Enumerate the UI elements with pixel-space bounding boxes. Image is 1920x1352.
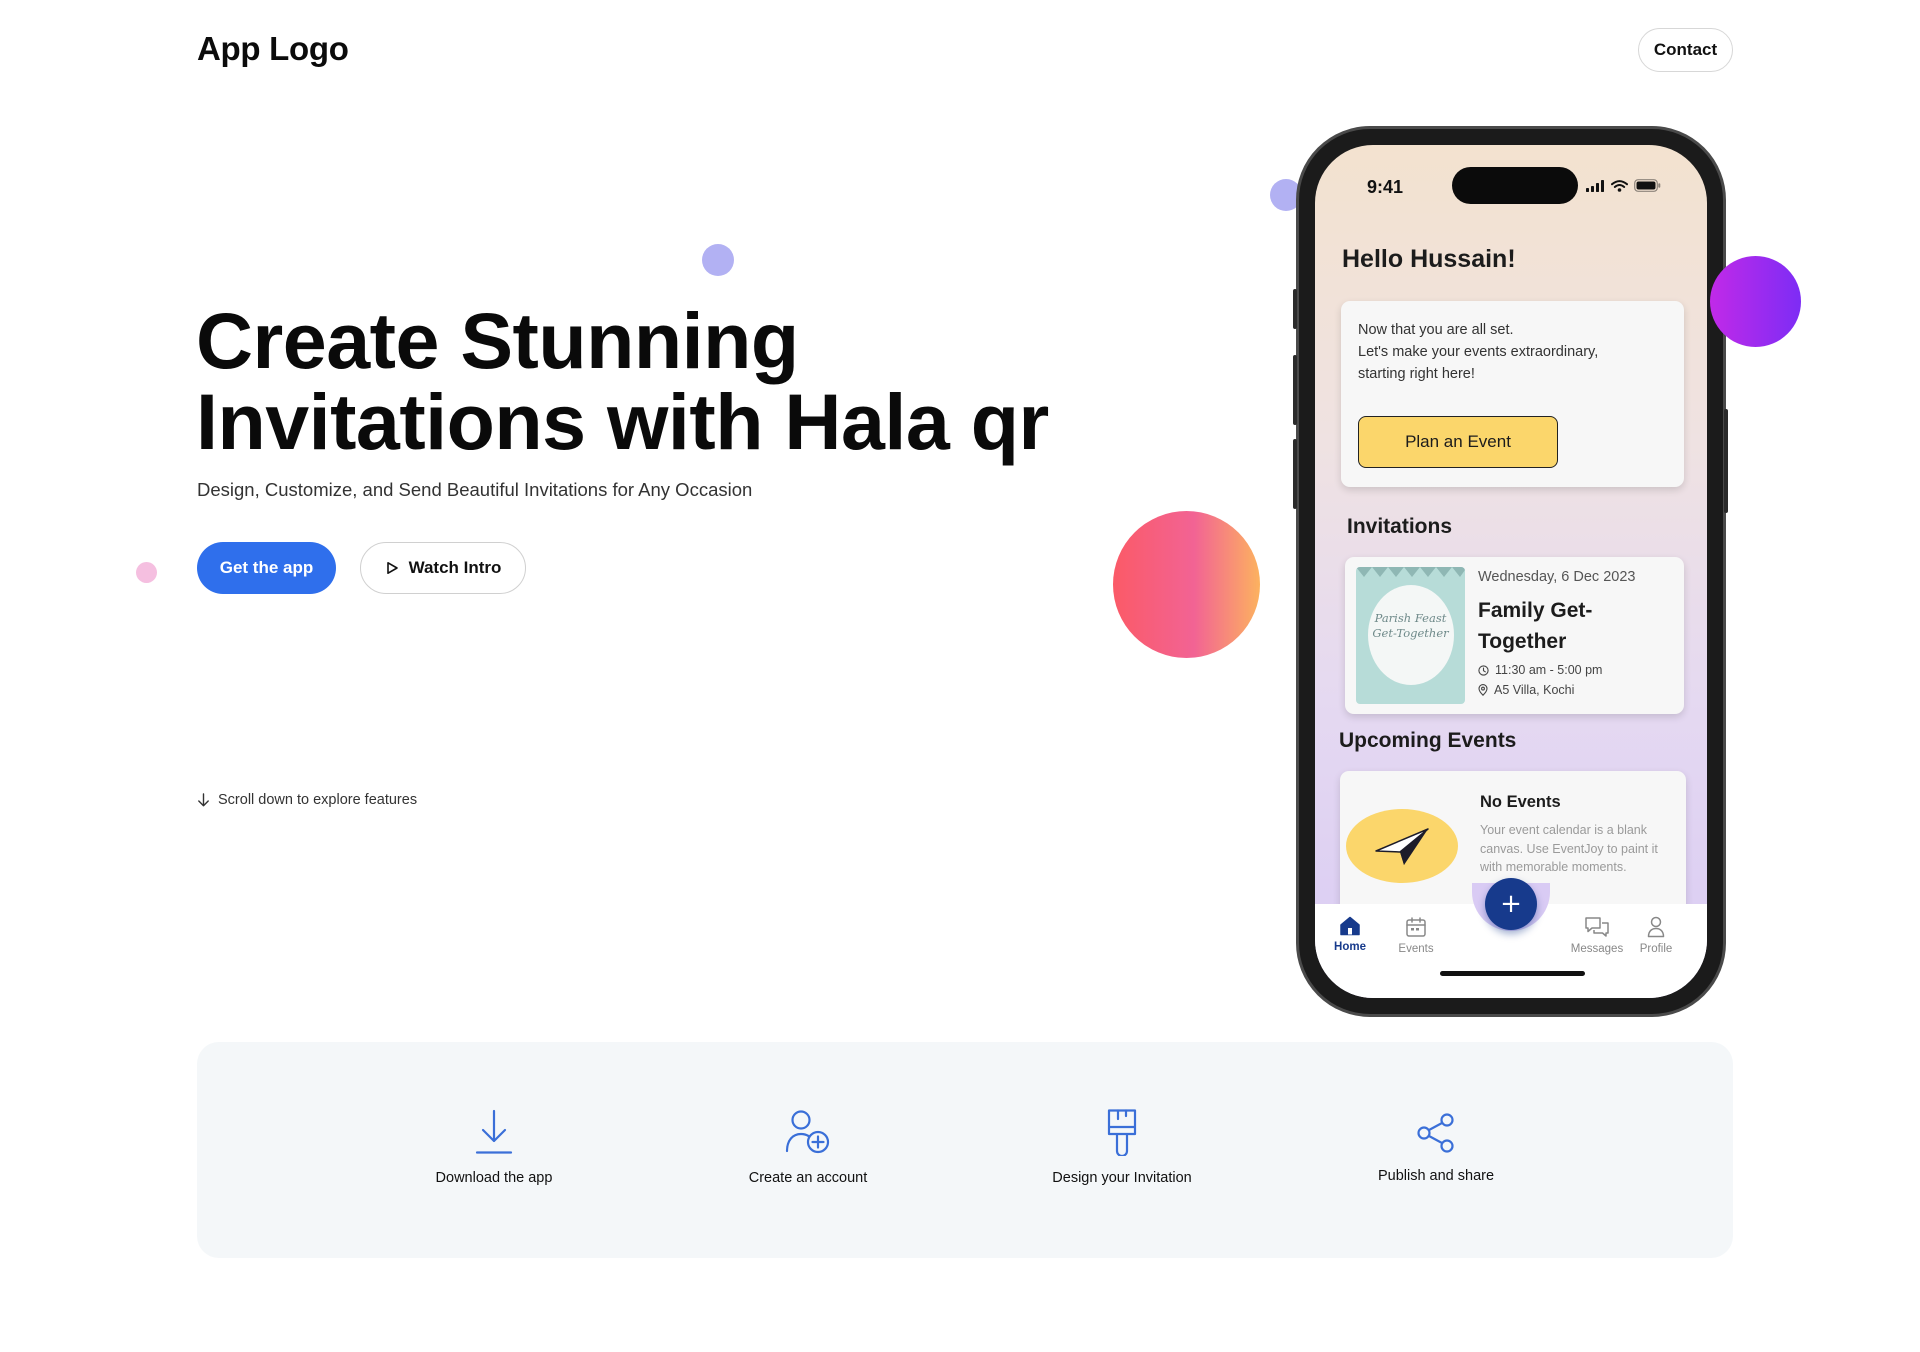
user-add-icon: [785, 1110, 830, 1154]
thumbnail-text-line-1: Parish Feast: [1374, 611, 1447, 625]
invitation-time-row: 11:30 am - 5:00 pm: [1478, 663, 1602, 677]
watch-intro-label: Watch Intro: [408, 558, 502, 577]
share-icon: [1417, 1113, 1454, 1153]
battery-icon: [1634, 179, 1661, 192]
step-design-label: Design your Invitation: [1052, 1170, 1192, 1186]
upcoming-events-heading: Upcoming Events: [1339, 729, 1517, 752]
tab-messages-label: Messages: [1570, 943, 1624, 955]
welcome-text: Now that you are all set. Let's make you…: [1358, 319, 1678, 385]
paper-plane-illustration: [1346, 809, 1458, 883]
invitation-thumbnail: Parish Feast Get-Together: [1356, 567, 1465, 704]
hero-subtitle: Design, Customize, and Send Beautiful In…: [197, 479, 753, 500]
scroll-hint-label: Scroll down to explore features: [218, 792, 418, 808]
decorative-circle-pink: [136, 562, 157, 583]
status-icons: [1586, 179, 1661, 192]
home-icon: [1340, 916, 1360, 936]
tab-profile-label: Profile: [1639, 943, 1673, 955]
phone-volume-up-button: [1293, 355, 1297, 425]
phone-screen: 9:41 Hello Hussain! Now that you are all…: [1315, 145, 1707, 998]
calendar-icon: [1406, 917, 1426, 937]
greeting: Hello Hussain!: [1342, 245, 1516, 273]
step-publish-label: Publish and share: [1377, 1168, 1495, 1184]
invitation-location: A5 Villa, Kochi: [1494, 683, 1575, 697]
home-indicator: [1440, 971, 1585, 976]
plan-an-event-button[interactable]: Plan an Event: [1358, 416, 1558, 468]
no-events-title: No Events: [1480, 793, 1561, 811]
phone-power-button: [1724, 409, 1728, 513]
decorative-circle-gradient-coral: [1113, 511, 1260, 658]
add-event-fab[interactable]: +: [1485, 878, 1537, 930]
contact-button[interactable]: Contact: [1638, 28, 1733, 72]
welcome-line-1: Now that you are all set.: [1358, 322, 1514, 338]
step-download: Download the app: [384, 1108, 604, 1186]
hero-title-line-1: Create Stunning: [196, 296, 799, 385]
clock-icon: [1478, 664, 1489, 676]
phone-side-button: [1293, 289, 1297, 329]
scroll-hint: Scroll down to explore features: [197, 792, 417, 808]
step-create-account: Create an account: [698, 1108, 918, 1186]
app-logo[interactable]: App Logo: [197, 30, 349, 68]
tab-home[interactable]: Home: [1315, 916, 1385, 953]
phone-volume-down-button: [1293, 439, 1297, 509]
watch-intro-button[interactable]: Watch Intro: [360, 542, 526, 594]
paper-plane-icon: [1375, 828, 1429, 865]
tab-events[interactable]: Events: [1381, 916, 1451, 955]
get-the-app-button[interactable]: Get the app: [197, 542, 336, 594]
welcome-line-3: starting right here!: [1358, 366, 1475, 382]
thumbnail-text-line-2: Get-Together: [1372, 626, 1449, 640]
step-create-account-label: Create an account: [748, 1170, 868, 1186]
no-events-text: Your event calendar is a blank canvas. U…: [1480, 823, 1658, 874]
phone-mockup: 9:41 Hello Hussain! Now that you are all…: [1293, 126, 1728, 1017]
download-icon: [475, 1109, 513, 1154]
arrow-down-icon: [198, 793, 209, 807]
hero-title: Create Stunning Invitations with Hala qr: [196, 300, 1096, 462]
step-design: Design your Invitation: [1012, 1108, 1232, 1186]
decorative-circle-lavender: [702, 244, 734, 276]
play-icon: [386, 562, 398, 574]
messages-icon: [1585, 917, 1609, 937]
tab-home-label: Home: [1334, 941, 1366, 953]
tab-events-label: Events: [1398, 943, 1434, 955]
hero-title-line-2: Invitations with Hala qr: [196, 377, 1049, 466]
invitation-thumbnail-text: Parish Feast Get-Together: [1356, 611, 1465, 641]
invitation-card[interactable]: Parish Feast Get-Together Wednesday, 6 D…: [1345, 557, 1684, 714]
location-pin-icon: [1478, 684, 1488, 696]
invitation-date: Wednesday, 6 Dec 2023: [1478, 569, 1636, 585]
dynamic-island: [1452, 167, 1578, 204]
invitation-name: Family Get-Together: [1478, 599, 1593, 653]
invitation-location-row: A5 Villa, Kochi: [1478, 683, 1574, 697]
wifi-icon: [1611, 179, 1628, 192]
invitations-heading: Invitations: [1347, 515, 1453, 538]
tab-profile[interactable]: Profile: [1621, 916, 1691, 955]
step-download-label: Download the app: [435, 1170, 553, 1186]
steps-panel: Download the app Create an account Desig…: [197, 1042, 1733, 1258]
profile-icon: [1647, 916, 1665, 938]
welcome-card: Now that you are all set. Let's make you…: [1341, 301, 1684, 487]
welcome-line-2: Let's make your events extraordinary,: [1358, 344, 1599, 360]
step-publish: Publish and share: [1326, 1112, 1546, 1184]
status-time: 9:41: [1367, 177, 1404, 197]
bunting-decoration: [1356, 567, 1465, 577]
paintbrush-icon: [1107, 1109, 1137, 1156]
invitation-time: 11:30 am - 5:00 pm: [1495, 663, 1603, 677]
decorative-circle-gradient-purple: [1710, 256, 1801, 347]
signal-icon: [1586, 179, 1604, 192]
